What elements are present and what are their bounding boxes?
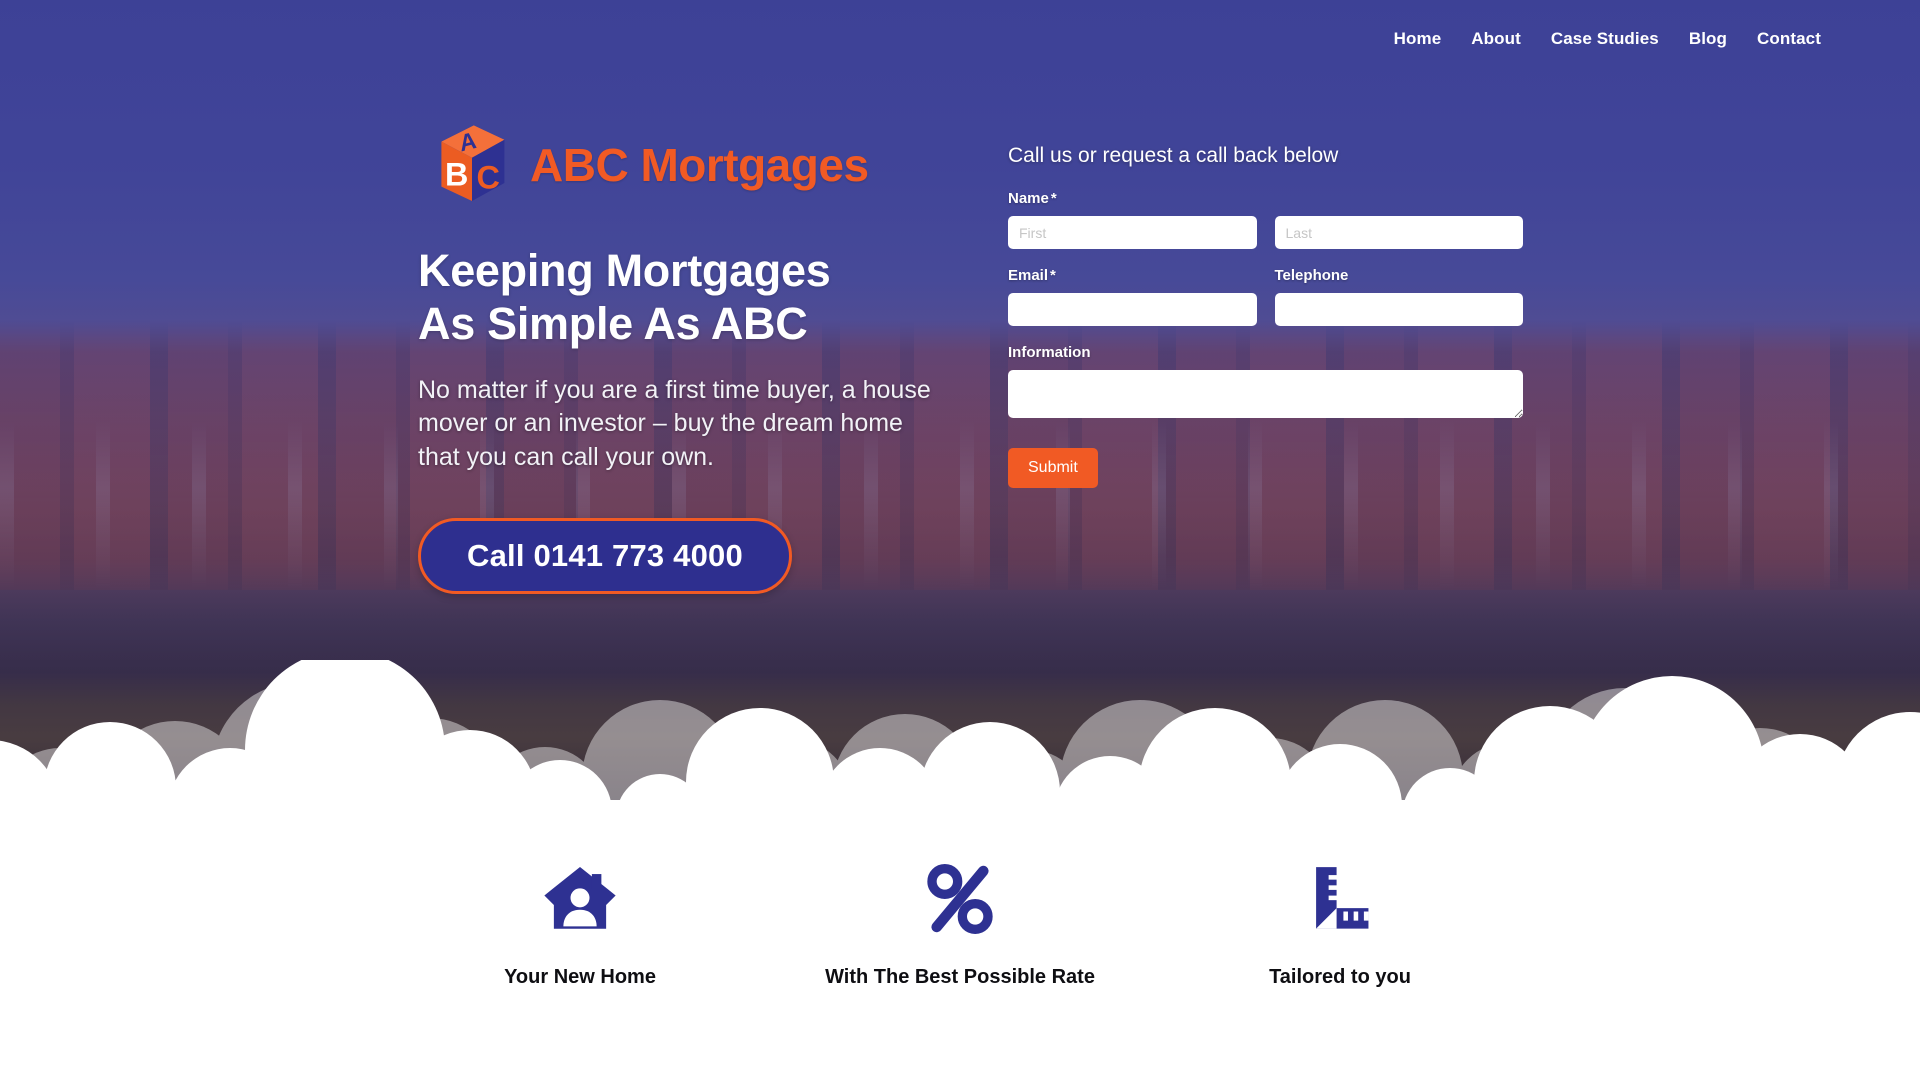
name-required-marker: *: [1050, 190, 1057, 207]
feature-caption: With The Best Possible Rate: [825, 966, 1095, 988]
email-telephone-row: Email * Telephone: [1008, 267, 1523, 326]
hero-paragraph: No matter if you are a first time buyer,…: [418, 376, 931, 471]
feature-caption: Tailored to you: [1269, 966, 1411, 988]
first-name-input[interactable]: [1008, 216, 1257, 249]
nav-item-home[interactable]: Home: [1379, 0, 1457, 78]
ruler-square-icon: [1150, 860, 1530, 938]
nav-item-blog[interactable]: Blog: [1674, 0, 1742, 78]
hero-section: Home About Case Studies Blog Contact A B…: [0, 0, 1920, 820]
percent-icon: [770, 860, 1150, 938]
feature-tailored: Tailored to you: [1150, 860, 1530, 989]
name-row: [1008, 216, 1523, 249]
submit-button[interactable]: Submit: [1008, 448, 1098, 488]
feature-your-new-home: Your New Home: [390, 860, 770, 989]
abc-cube-logo-icon: A B C: [418, 120, 508, 210]
form-title: Call us or request a call back below: [1008, 144, 1339, 167]
headline-line-2: As Simple As ABC: [418, 298, 808, 350]
callback-form: Call us or request a call back below Nam…: [1008, 120, 1523, 594]
features-section: Your New Home With The Best Possible Rat…: [0, 820, 1920, 1080]
page-title: Keeping Mortgages As Simple As ABC: [418, 244, 938, 350]
last-name-input[interactable]: [1274, 216, 1523, 249]
email-input[interactable]: [1008, 293, 1257, 326]
feature-caption: Your New Home: [504, 966, 656, 988]
information-textarea[interactable]: [1008, 370, 1523, 418]
svg-text:C: C: [477, 159, 500, 195]
nav-link-blog[interactable]: Blog: [1674, 0, 1742, 78]
nav-link-contact[interactable]: Contact: [1742, 0, 1836, 78]
information-field-label: Information: [1008, 344, 1091, 361]
house-person-icon: [390, 860, 770, 938]
hero-content-grid: A B C ABC Mortgages Keeping Mortgages As…: [0, 120, 1920, 594]
nav-item-about[interactable]: About: [1456, 0, 1536, 78]
feature-best-rate: With The Best Possible Rate: [770, 860, 1150, 989]
email-required-marker: *: [1050, 267, 1056, 284]
email-field-label: Email *: [1008, 267, 1257, 284]
main-navigation: Home About Case Studies Blog Contact: [0, 0, 1920, 78]
headline-line-1: Keeping Mortgages: [418, 245, 831, 296]
telephone-input[interactable]: [1274, 293, 1523, 326]
brand-name: ABC Mortgages: [530, 139, 869, 191]
nav-list: Home About Case Studies Blog Contact: [1379, 0, 1836, 78]
nav-link-home[interactable]: Home: [1379, 0, 1457, 78]
name-field-label: Name *: [1008, 190, 1523, 207]
email-label-text: Email: [1008, 267, 1049, 284]
name-label-text: Name: [1008, 190, 1049, 207]
nav-item-case-studies[interactable]: Case Studies: [1536, 0, 1674, 78]
nav-link-about[interactable]: About: [1456, 0, 1536, 78]
call-phone-button[interactable]: Call 0141 773 4000: [418, 517, 792, 594]
telephone-field-label: Telephone: [1274, 267, 1349, 284]
hero-left-column: A B C ABC Mortgages Keeping Mortgages As…: [418, 120, 938, 594]
svg-text:B: B: [445, 157, 468, 193]
site-logo[interactable]: A B C ABC Mortgages: [418, 120, 938, 210]
nav-item-contact[interactable]: Contact: [1742, 0, 1836, 78]
nav-link-case-studies[interactable]: Case Studies: [1536, 0, 1674, 78]
